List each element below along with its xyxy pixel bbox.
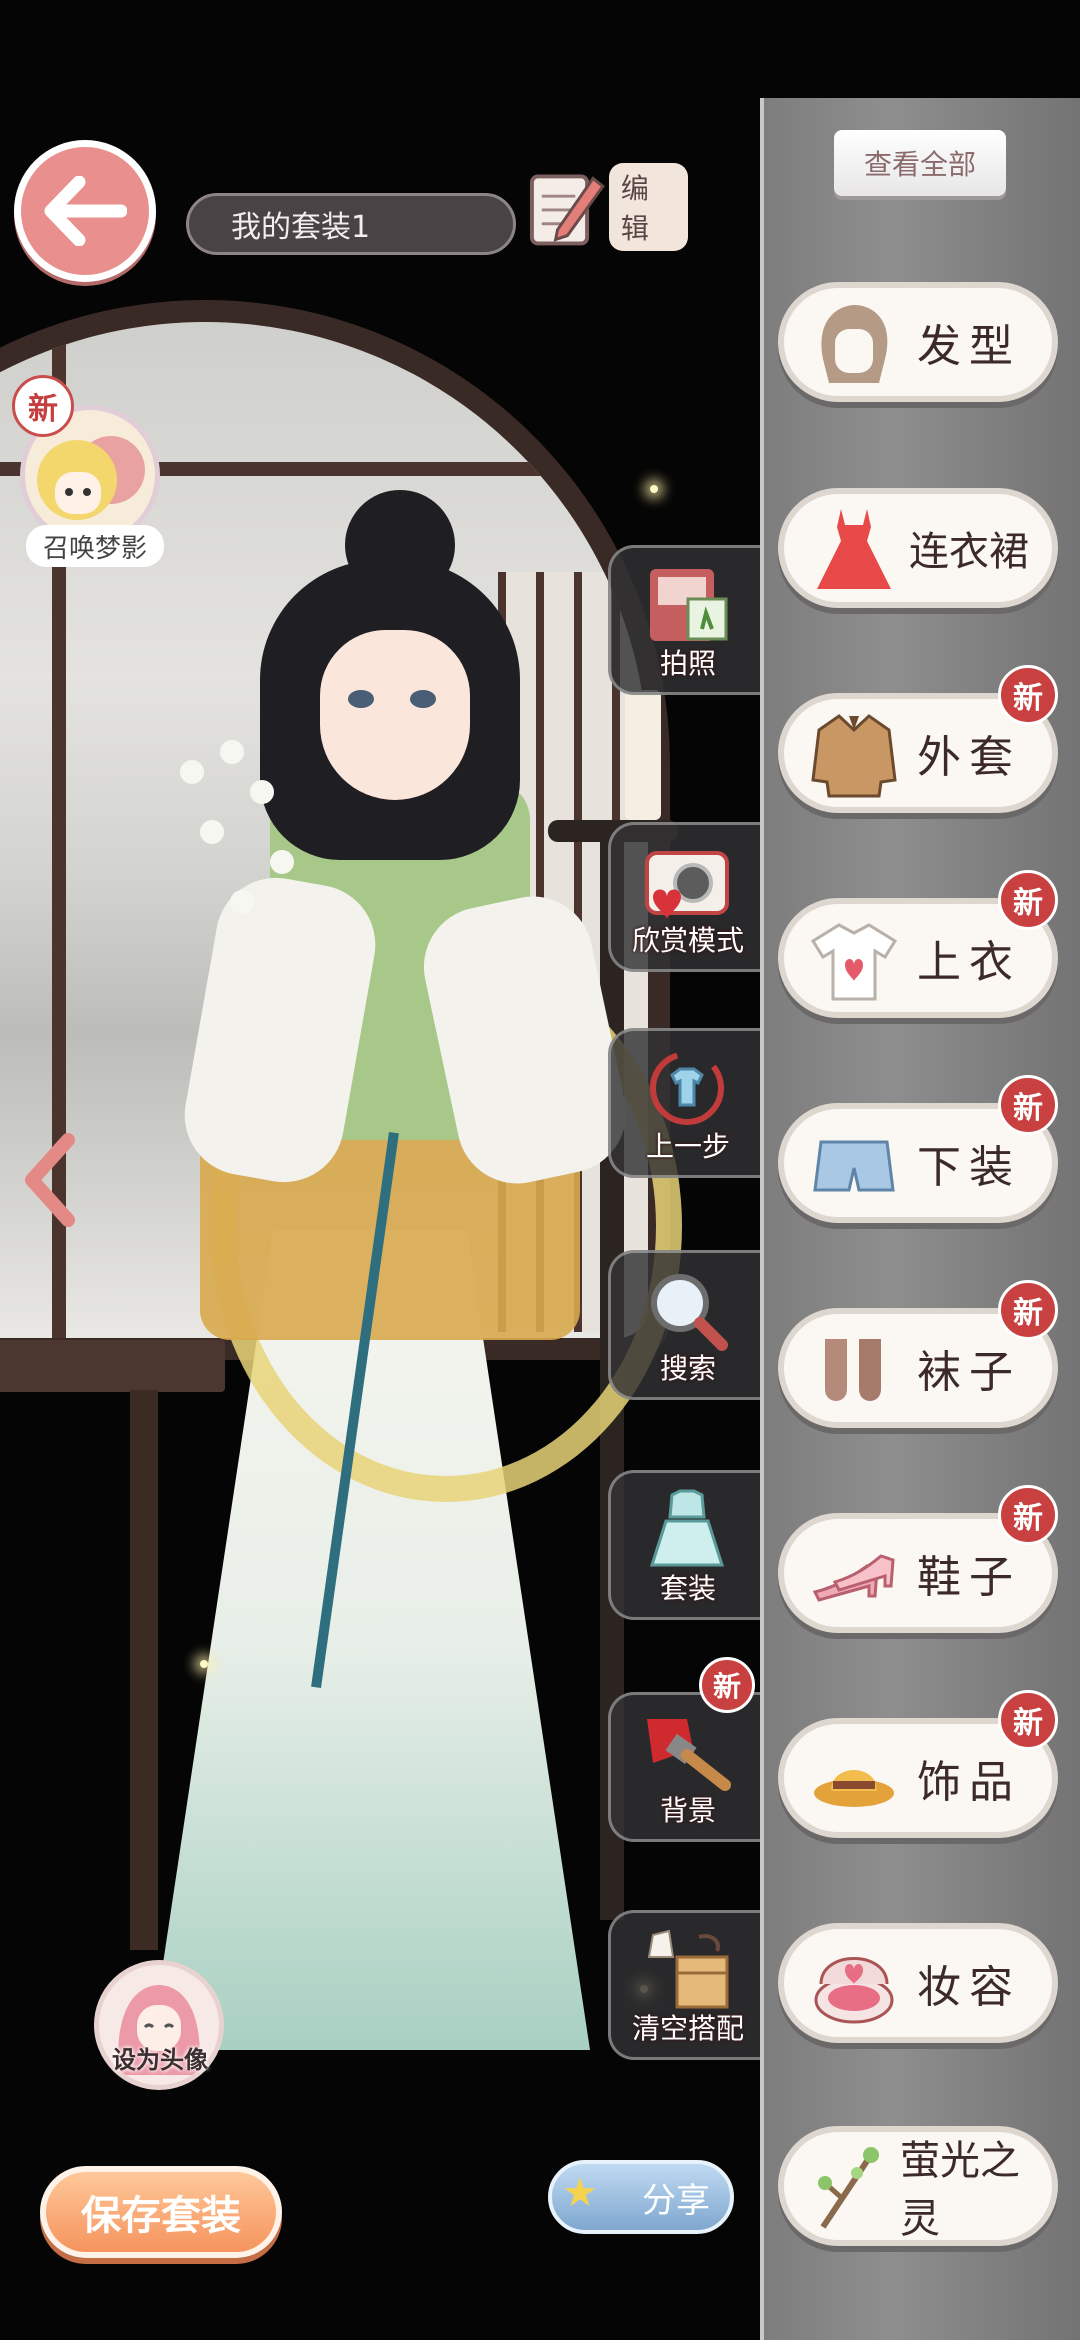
flower-branch — [170, 740, 320, 940]
save-outfit-button[interactable]: 保存套装 — [40, 2166, 282, 2258]
flower — [230, 890, 254, 914]
share-label: 分享 — [642, 2180, 710, 2221]
flower — [220, 740, 244, 764]
flower — [270, 850, 294, 874]
tool-label: 清空搭配 — [631, 2012, 744, 2045]
notepad-pencil-icon — [529, 174, 605, 246]
category-coat-button[interactable]: 外套 新 — [778, 665, 1058, 813]
sparkle — [650, 485, 658, 493]
character-eye-left — [348, 690, 374, 708]
magnifier-icon — [637, 1265, 737, 1355]
tool-label: 套装 — [659, 1572, 716, 1605]
outfit-icon — [637, 1485, 737, 1575]
character-hair-bun — [345, 490, 455, 600]
tool-view-mode-button[interactable]: 欣赏模式 — [608, 822, 762, 972]
category-label: 妆容 — [917, 1962, 1021, 2013]
sparkle — [200, 1660, 208, 1668]
summon-dream-button[interactable]: 新 召唤梦影 — [12, 375, 164, 575]
arrow-left-icon — [44, 176, 127, 246]
socks-icon — [806, 1322, 902, 1418]
coat-new-badge: 新 — [998, 665, 1058, 725]
category-label: 发型 — [917, 321, 1021, 372]
tshirt-icon — [806, 912, 902, 1008]
wooden-table — [0, 1340, 225, 1392]
category-label: 萤光之灵 — [900, 2138, 1020, 2242]
character-eye-right — [410, 690, 436, 708]
hat-icon — [806, 1732, 902, 1828]
set-avatar-label: 设为头像 — [112, 2046, 208, 2074]
outfit-name-field[interactable]: 我的套装1 — [186, 193, 516, 255]
table-leg — [130, 1390, 158, 1950]
accessories-new-badge: 新 — [998, 1690, 1058, 1750]
category-accessories-button[interactable]: 饰品 新 — [778, 1690, 1058, 1838]
previous-arrow-icon[interactable] — [16, 1130, 86, 1230]
category-makeup-button[interactable]: 妆容 — [778, 1923, 1058, 2043]
compact-icon — [806, 1937, 902, 2033]
paint-brush-icon — [637, 1707, 737, 1797]
category-spirit-button[interactable]: 萤光之灵 — [778, 2126, 1058, 2246]
category-top-button[interactable]: 上衣 新 — [778, 870, 1058, 1018]
summon-label: 召唤梦影 — [26, 525, 164, 567]
socks-new-badge: 新 — [998, 1280, 1058, 1340]
category-socks-button[interactable]: 袜子 新 — [778, 1280, 1058, 1428]
notebook-icon — [637, 560, 737, 650]
branch-icon — [806, 2140, 902, 2236]
view-all-button[interactable]: 查看全部 — [834, 130, 1006, 196]
category-bottom-button[interactable]: 下装 新 — [778, 1075, 1058, 1223]
flower — [200, 820, 224, 844]
box-icon — [637, 1925, 737, 2015]
tool-label: 拍照 — [659, 647, 716, 680]
candle — [625, 690, 661, 820]
bottom-new-badge: 新 — [998, 1075, 1058, 1135]
hair-icon — [806, 296, 902, 392]
back-button[interactable] — [14, 140, 156, 282]
tool-label: 背景 — [659, 1794, 716, 1827]
outfit-name-text: 我的套装1 — [231, 210, 371, 245]
tool-clear-button[interactable]: 清空搭配 — [608, 1910, 762, 2060]
category-label: 连衣裙 — [909, 529, 1029, 575]
tool-label: 上一步 — [645, 1130, 730, 1163]
tool-photo-button[interactable]: 拍照 — [608, 545, 762, 695]
camera-heart-icon — [637, 837, 737, 927]
category-hair-button[interactable]: 发型 — [778, 282, 1058, 402]
background-new-badge: 新 — [699, 1657, 755, 1713]
flower — [250, 780, 274, 804]
tool-label: 欣赏模式 — [631, 924, 744, 957]
heels-icon — [806, 1527, 902, 1623]
tool-background-button[interactable]: 背景 新 — [608, 1657, 762, 1842]
share-button[interactable]: ★ 分享 — [548, 2160, 734, 2234]
coat-icon — [806, 707, 902, 803]
shoes-new-badge: 新 — [998, 1485, 1058, 1545]
category-shoes-button[interactable]: 鞋子 新 — [778, 1485, 1058, 1633]
category-dress-button[interactable]: 连衣裙 — [778, 488, 1058, 608]
dress-icon — [806, 502, 902, 598]
star-hand-icon: ★ — [562, 2170, 598, 2216]
tool-search-button[interactable]: 搜索 — [608, 1250, 762, 1400]
tool-suits-button[interactable]: 套装 — [608, 1470, 762, 1620]
tool-undo-button[interactable]: 上一步 — [608, 1028, 762, 1178]
flower — [180, 760, 204, 784]
character-face — [320, 630, 470, 800]
shirt-undo-icon — [637, 1043, 737, 1133]
edit-label: 编辑 — [608, 163, 688, 251]
top-new-badge: 新 — [998, 870, 1058, 930]
tool-label: 搜索 — [659, 1352, 716, 1385]
edit-name-button[interactable]: 编辑 — [528, 162, 688, 252]
shorts-icon — [806, 1117, 902, 1213]
summon-new-badge: 新 — [12, 375, 74, 437]
